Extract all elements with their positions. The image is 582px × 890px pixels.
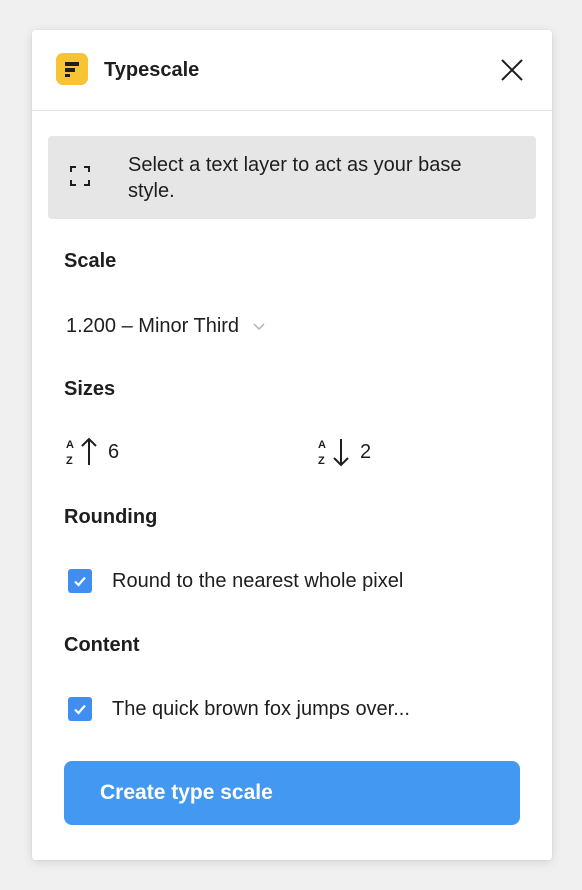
rounding-checkbox-row[interactable]: Round to the nearest whole pixel xyxy=(68,565,403,597)
svg-text:Z: Z xyxy=(318,455,325,467)
content-checkbox-row[interactable]: The quick brown fox jumps over... xyxy=(68,693,410,725)
select-frame-icon xyxy=(70,166,90,186)
rounding-checkbox-label: Round to the nearest whole pixel xyxy=(112,570,404,592)
larger-sizes-input[interactable] xyxy=(108,440,198,464)
checkmark-icon xyxy=(74,576,86,587)
scale-heading: Scale xyxy=(64,250,117,272)
rounding-heading: Rounding xyxy=(64,506,158,528)
content-checkbox[interactable] xyxy=(68,697,92,721)
scale-select-value: 1.200 – Minor Third xyxy=(66,315,240,337)
chevron-down-icon xyxy=(253,323,265,331)
smaller-sizes-input[interactable] xyxy=(360,440,450,464)
close-icon xyxy=(501,59,523,81)
content-heading: Content xyxy=(64,634,140,656)
checkmark-icon xyxy=(74,704,86,715)
rounding-checkbox[interactable] xyxy=(68,569,92,593)
larger-sizes-field[interactable]: A Z xyxy=(62,432,198,472)
plugin-panel: Typescale Select a text layer to act as … xyxy=(32,30,552,860)
close-button[interactable] xyxy=(496,54,528,86)
svg-text:A: A xyxy=(318,439,326,451)
notice-text: Select a text layer to act as your base … xyxy=(128,154,462,202)
scale-select[interactable]: 1.200 – Minor Third xyxy=(56,306,277,346)
sort-ascending-icon: A Z xyxy=(66,437,97,467)
content-checkbox-label: The quick brown fox jumps over... xyxy=(112,698,410,720)
create-type-scale-button[interactable]: Create type scale xyxy=(64,761,520,825)
typescale-logo-icon xyxy=(56,53,88,85)
svg-text:A: A xyxy=(66,439,74,451)
panel-header: Typescale xyxy=(32,30,552,111)
sort-descending-icon: A Z xyxy=(318,439,349,467)
smaller-sizes-field[interactable]: A Z xyxy=(314,432,450,472)
selection-notice: Select a text layer to act as your base … xyxy=(48,136,536,219)
app-title: Typescale xyxy=(104,59,200,81)
sizes-heading: Sizes xyxy=(64,378,116,400)
svg-text:Z: Z xyxy=(66,455,73,467)
